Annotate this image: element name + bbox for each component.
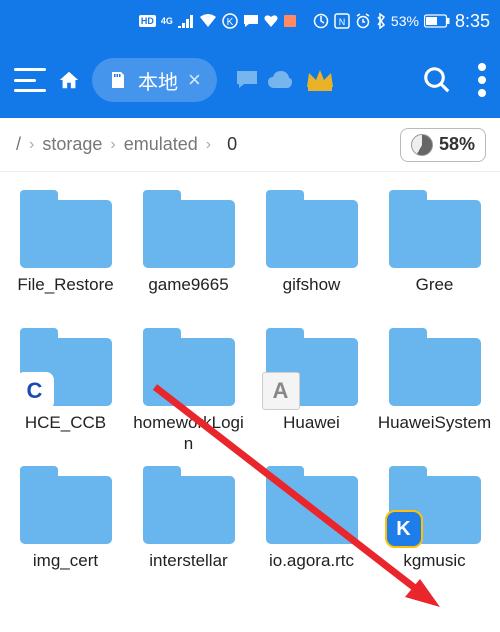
status-bar: HD 4G K N 53% 8:35	[0, 0, 500, 42]
folder-item[interactable]: homeworkLogin	[129, 328, 248, 456]
folder-icon	[262, 190, 362, 268]
folder-icon	[385, 190, 485, 268]
more-button[interactable]	[478, 63, 486, 97]
cloud-icon[interactable]	[267, 70, 293, 90]
folder-icon	[139, 328, 239, 406]
folder-icon	[16, 190, 116, 268]
crumb-zero[interactable]: 0	[225, 134, 239, 155]
crown-icon[interactable]	[305, 67, 335, 93]
folder-item[interactable]: game9665	[129, 190, 248, 318]
folder-label: Gree	[414, 274, 456, 318]
folder-icon	[385, 328, 485, 406]
folder-item[interactable]: io.agora.rtc	[252, 466, 371, 594]
sync-icon	[313, 13, 329, 29]
home-icon[interactable]	[58, 69, 80, 91]
breadcrumb: / › storage › emulated › 0 58%	[0, 118, 500, 172]
nfc-icon: N	[334, 13, 350, 29]
bluetooth-icon	[376, 13, 386, 29]
folder-label: HCE_CCB	[23, 412, 108, 456]
folder-label: kgmusic	[401, 550, 467, 594]
chevron-right-icon: ›	[206, 136, 211, 154]
alarm-icon	[355, 13, 371, 29]
pie-icon	[411, 134, 433, 156]
folder-label: HuaweiSystem	[376, 412, 493, 456]
folder-icon: A	[262, 328, 362, 406]
tab-chat-icon[interactable]	[235, 69, 259, 91]
storage-percent: 58%	[439, 134, 475, 155]
wifi-icon	[199, 14, 217, 28]
svg-text:K: K	[227, 17, 234, 28]
sdcard-icon	[108, 70, 128, 90]
folder-icon	[139, 190, 239, 268]
folder-icon: C	[16, 328, 116, 406]
folder-item[interactable]: gifshow	[252, 190, 371, 318]
storage-badge[interactable]: 58%	[400, 128, 486, 162]
folder-item[interactable]: interstellar	[129, 466, 248, 594]
folder-item[interactable]: Gree	[375, 190, 494, 318]
battery-icon	[424, 14, 450, 28]
crumb-emulated[interactable]: emulated	[122, 134, 200, 155]
chevron-right-icon: ›	[29, 136, 34, 154]
location-chip[interactable]: 本地 ×	[92, 58, 217, 102]
folder-icon: K	[385, 466, 485, 544]
network-type: 4G	[161, 17, 173, 25]
heart-icon	[264, 14, 278, 28]
folder-label: game9665	[146, 274, 230, 318]
app-overlay-icon: K	[385, 510, 423, 548]
folder-icon	[139, 466, 239, 544]
menu-button[interactable]	[14, 68, 46, 92]
crumb-storage[interactable]: storage	[40, 134, 104, 155]
clock-time: 8:35	[455, 11, 490, 32]
crumb-root[interactable]: /	[14, 134, 23, 155]
folder-label: Huawei	[281, 412, 342, 456]
chevron-right-icon: ›	[110, 136, 115, 154]
folder-label: File_Restore	[15, 274, 115, 318]
svg-text:N: N	[339, 17, 346, 27]
app-overlay-icon: C	[16, 372, 54, 410]
folder-item[interactable]: CHCE_CCB	[6, 328, 125, 456]
folder-item[interactable]: HuaweiSystem	[375, 328, 494, 456]
folder-label: io.agora.rtc	[267, 550, 356, 594]
k-circle-icon: K	[222, 13, 238, 29]
folder-item[interactable]: img_cert	[6, 466, 125, 594]
folder-label: gifshow	[281, 274, 343, 318]
book-icon	[283, 14, 297, 28]
app-overlay-icon: A	[262, 372, 300, 410]
folder-label: interstellar	[147, 550, 229, 594]
folder-icon	[16, 466, 116, 544]
search-icon[interactable]	[422, 65, 452, 95]
chat-icon	[243, 14, 259, 28]
signal-icon	[178, 14, 194, 28]
folder-icon	[262, 466, 362, 544]
location-label: 本地	[138, 66, 178, 95]
close-icon[interactable]: ×	[188, 67, 201, 93]
folder-grid: File_Restoregame9665gifshowGreeCHCE_CCBh…	[0, 172, 500, 612]
hd-badge: HD	[139, 15, 156, 27]
folder-item[interactable]: File_Restore	[6, 190, 125, 318]
battery-percent: 53%	[391, 13, 419, 29]
app-bar: 本地 ×	[0, 42, 500, 118]
folder-label: img_cert	[31, 550, 100, 594]
folder-label: homeworkLogin	[129, 412, 248, 456]
folder-item[interactable]: Kkgmusic	[375, 466, 494, 594]
folder-item[interactable]: AHuawei	[252, 328, 371, 456]
